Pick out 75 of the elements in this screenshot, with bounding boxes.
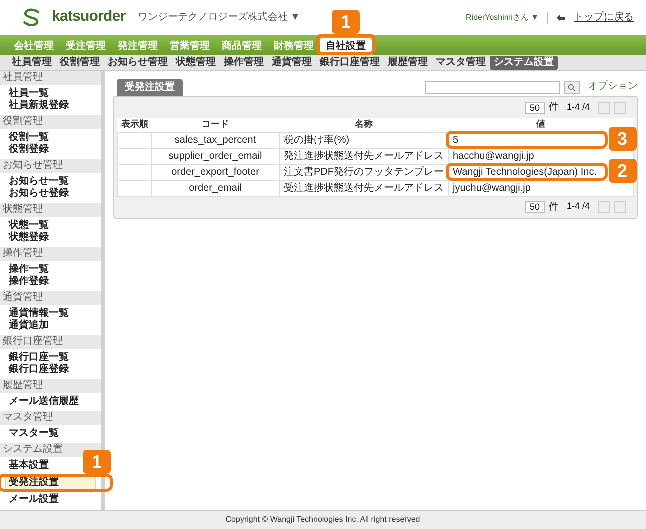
sidebar-item[interactable]: 状態登録 — [6, 232, 52, 244]
table-cell: 注文書PDF発行のフッタテンプレー — [280, 164, 448, 180]
subnav-tab[interactable]: 履歴管理 — [384, 56, 432, 70]
previous-page-button[interactable] — [598, 102, 610, 114]
company-selector[interactable]: ワンジーテクノロジーズ株式会社 ▼ — [138, 10, 300, 25]
subnav-tab[interactable]: お知らせ管理 — [104, 56, 172, 70]
sidebar-section-header: マスタ管理 — [0, 411, 101, 425]
sidebar-item[interactable]: 役割一覧 — [6, 132, 52, 144]
sidebar-item[interactable]: 操作一覧 — [6, 264, 52, 276]
unit-label: 件 — [548, 101, 559, 115]
logo-text: katsuorder — [52, 7, 126, 28]
subnav-tab[interactable]: 役割管理 — [56, 56, 104, 70]
subnav-tab[interactable]: 銀行口座管理 — [316, 56, 384, 70]
column-header: 名称 — [280, 118, 448, 132]
page-range: 1-4 /4 — [566, 100, 590, 114]
option-link[interactable]: オプション — [588, 79, 638, 94]
panel-tab[interactable]: 受発注設置 — [117, 79, 183, 96]
sidebar-section-header: 通貨管理 — [0, 291, 101, 305]
subnav-tab[interactable]: 状態管理 — [172, 56, 220, 70]
search-field[interactable] — [425, 81, 560, 94]
sidebar-item[interactable]: 操作登録 — [6, 276, 52, 288]
sidebar-section-header: 操作管理 — [0, 247, 101, 261]
callout-number: 1 — [83, 450, 111, 474]
sidebar-section-header: お知らせ管理 — [0, 159, 101, 173]
table-cell: 税の掛け率(%) — [280, 132, 448, 148]
table-cell: order_email — [152, 180, 280, 196]
subnav-tab[interactable]: 操作管理 — [220, 56, 268, 70]
sidebar-item[interactable]: 社員新規登録 — [6, 100, 72, 112]
sidebar-item[interactable]: 通貨情報一覧 — [6, 308, 72, 320]
copyright-text: Copyright © Wangji Technologies Inc. All right reserved — [226, 514, 420, 526]
sidebar-item[interactable]: メール設置 — [6, 494, 62, 506]
column-header: コード — [152, 118, 280, 132]
user-menu[interactable]: RiderYoshimiさん ▼ — [466, 12, 539, 24]
search-icon — [568, 84, 576, 92]
table-cell: 発注進捗状態送付先メールアドレス — [280, 148, 448, 164]
return-arrow-icon — [556, 14, 566, 22]
sidebar-item[interactable]: 銀行口座登録 — [6, 364, 72, 376]
back-to-top-link[interactable]: トップに戻る — [574, 10, 634, 25]
table-cell: order_export_footer — [152, 164, 280, 180]
sidebar-item[interactable]: 銀行口座一覧 — [6, 352, 72, 364]
callout-number: 1 — [332, 10, 360, 34]
sidebar-item[interactable]: マスター覧 — [6, 428, 62, 440]
sidebar-section-header: 社員管理 — [0, 71, 101, 85]
search-button[interactable] — [564, 81, 580, 94]
sidebar-item[interactable]: お知らせ登録 — [6, 188, 72, 200]
subnav-tab[interactable]: システム設置 — [490, 56, 558, 70]
sidebar-section-header: システム設置 — [0, 443, 101, 457]
sidebar-item[interactable]: メール送信履歴 — [6, 396, 82, 408]
column-header: 表示順 — [118, 118, 152, 132]
sidebar-item[interactable]: 受発注設置 — [6, 477, 95, 489]
sidebar-item[interactable]: お知らせ一覧 — [6, 176, 72, 188]
sidebar-item[interactable]: 基本設置 — [6, 460, 52, 472]
table-cell: sales_tax_percent — [152, 132, 280, 148]
previous-page-button[interactable] — [598, 201, 610, 213]
unit-label: 件 — [548, 200, 559, 214]
sidebar-item[interactable]: 役割登録 — [6, 144, 52, 156]
subnav-tab[interactable]: 社員管理 — [8, 56, 56, 70]
table-cell: supplier_order_email — [152, 148, 280, 164]
subnav-tab[interactable]: 通貨管理 — [268, 56, 316, 70]
next-page-button[interactable] — [614, 201, 626, 213]
sidebar-section-header: 履歴管理 — [0, 379, 101, 393]
sidebar-item[interactable]: 社員一覧 — [6, 88, 52, 100]
page-size-select[interactable]: 50 — [524, 201, 545, 213]
subnav-tab[interactable]: マスタ管理 — [432, 56, 490, 70]
page-range: 1-4 /4 — [566, 200, 590, 214]
table-cell: 受注進捗状態送付先メールアドレス — [280, 180, 448, 196]
next-page-button[interactable] — [614, 102, 626, 114]
sidebar-section-header: 銀行口座管理 — [0, 335, 101, 349]
sidebar-section-header: 状態管理 — [0, 203, 101, 217]
callout-number: 2 — [608, 159, 636, 183]
sidebar-item[interactable]: 状態一覧 — [6, 220, 52, 232]
sidebar-item[interactable]: 通貨追加 — [6, 320, 52, 332]
sidebar-section-header: 役割管理 — [0, 115, 101, 129]
page-size-select[interactable]: 50 — [524, 102, 545, 114]
callout-number: 3 — [608, 127, 636, 151]
